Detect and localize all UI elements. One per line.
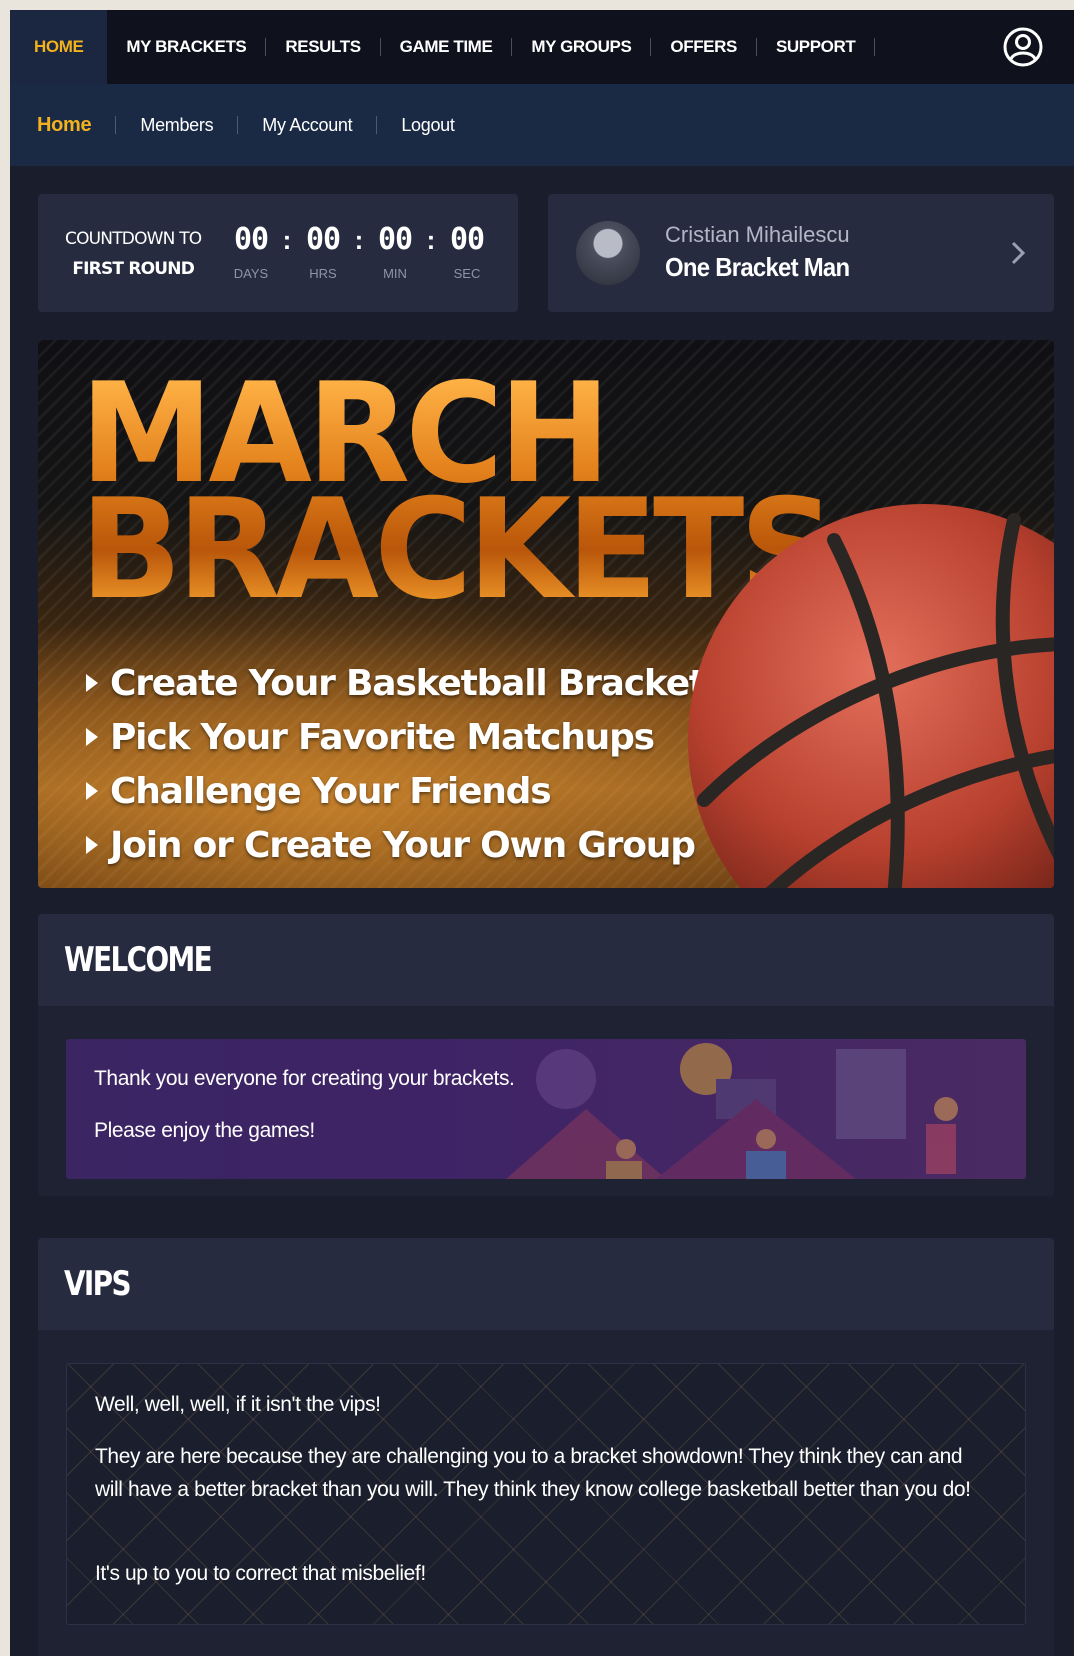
bullet-triangle-icon bbox=[86, 782, 98, 800]
countdown-colon: : bbox=[354, 225, 364, 255]
vips-message-box: Well, well, well, if it isn't the vips! … bbox=[66, 1363, 1026, 1625]
nav-my-brackets[interactable]: MY BRACKETS bbox=[107, 10, 265, 84]
countdown-seconds-value: 00 bbox=[449, 222, 485, 257]
banner-bullet-text: Create Your Basketball Bracket bbox=[110, 662, 706, 704]
nav-separator bbox=[874, 38, 876, 56]
vips-panel: VIPS Well, well, well, if it isn't the v… bbox=[38, 1238, 1054, 1656]
nav-home[interactable]: HOME bbox=[10, 10, 108, 84]
nav-results[interactable]: RESULTS bbox=[266, 10, 379, 84]
countdown-colon: : bbox=[282, 225, 292, 255]
sub-nav: Home Members My Account Logout bbox=[10, 84, 1074, 166]
countdown-label-line1: COUNTDOWN TO bbox=[65, 229, 202, 249]
countdown-days-caption: DAYS bbox=[233, 266, 269, 281]
banner-bullet: Create Your Basketball Bracket bbox=[86, 656, 706, 710]
subnav-my-account[interactable]: My Account bbox=[238, 115, 376, 136]
countdown-minutes-caption: MIN bbox=[383, 266, 407, 281]
subnav-members[interactable]: Members bbox=[116, 115, 237, 136]
banner-bullet: Pick Your Favorite Matchups bbox=[86, 710, 705, 764]
welcome-heading: WELCOME bbox=[64, 940, 213, 980]
banner-bullet-text: Join or Create Your Own Group bbox=[110, 824, 696, 866]
bullet-triangle-icon bbox=[86, 728, 98, 746]
banner-bullet: Challenge Your Friends bbox=[86, 764, 705, 818]
vips-header: VIPS bbox=[38, 1238, 1054, 1330]
countdown-label-line2: FIRST ROUND bbox=[72, 259, 195, 279]
vips-heading: VIPS bbox=[64, 1264, 132, 1304]
bullet-triangle-icon bbox=[86, 836, 98, 854]
countdown-hours-caption: HRS bbox=[309, 266, 337, 281]
people-illustration-icon bbox=[506, 1043, 958, 1179]
avatar bbox=[576, 221, 640, 285]
countdown-seconds-caption: SEC bbox=[453, 266, 481, 281]
welcome-line2: Please enjoy the games! bbox=[94, 1119, 315, 1142]
subnav-home[interactable]: Home bbox=[37, 114, 115, 137]
user-circle-icon bbox=[1003, 27, 1043, 67]
profile-name: Cristian Mihailescu bbox=[665, 222, 850, 247]
welcome-line1: Thank you everyone for creating your bra… bbox=[94, 1067, 515, 1090]
top-nav: HOME MY BRACKETS RESULTS GAME TIME MY GR… bbox=[10, 10, 1074, 84]
vips-paragraph-2: They are here because they are challengi… bbox=[95, 1445, 971, 1501]
nav-my-groups[interactable]: MY GROUPS bbox=[512, 10, 650, 84]
user-account-button[interactable] bbox=[1002, 26, 1044, 68]
countdown-label: COUNTDOWN TO FIRST ROUND bbox=[65, 224, 202, 284]
countdown-hours: 00 HRS bbox=[296, 222, 350, 281]
countdown-minutes: 00 MIN bbox=[368, 222, 422, 281]
welcome-message-box: Thank you everyone for creating your bra… bbox=[66, 1039, 1026, 1179]
countdown-timer: 00 DAYS : 00 HRS : 00 MIN : 00 SEC bbox=[224, 222, 494, 281]
countdown-card: COUNTDOWN TO FIRST ROUND 00 DAYS : 00 HR… bbox=[38, 194, 518, 312]
welcome-header: WELCOME bbox=[38, 914, 1054, 1006]
countdown-days: 00 DAYS bbox=[224, 222, 278, 281]
nav-support[interactable]: SUPPORT bbox=[757, 10, 874, 84]
basketball-icon bbox=[688, 504, 1054, 888]
banner-bullet-text: Pick Your Favorite Matchups bbox=[110, 716, 655, 758]
countdown-colon: : bbox=[426, 225, 436, 255]
profile-card[interactable]: Cristian Mihailescu One Bracket Man bbox=[548, 194, 1054, 312]
march-brackets-banner: MARCH BRACKETS Create Your Basketball Br… bbox=[38, 340, 1054, 888]
countdown-seconds: 00 SEC bbox=[440, 222, 494, 281]
countdown-minutes-value: 00 bbox=[377, 222, 413, 257]
subnav-logout[interactable]: Logout bbox=[377, 115, 478, 136]
vips-paragraph-3: It's up to you to correct that misbelief… bbox=[95, 1562, 426, 1585]
nav-offers[interactable]: OFFERS bbox=[651, 10, 756, 84]
chevron-right-icon[interactable] bbox=[1008, 239, 1028, 267]
profile-title: One Bracket Man bbox=[665, 252, 850, 282]
countdown-days-value: 00 bbox=[233, 222, 269, 257]
banner-bullet-text: Challenge Your Friends bbox=[110, 770, 552, 812]
app-window: HOME MY BRACKETS RESULTS GAME TIME MY GR… bbox=[10, 10, 1074, 1656]
nav-game-time[interactable]: GAME TIME bbox=[381, 10, 512, 84]
banner-bullet: Join or Create Your Own Group bbox=[86, 818, 705, 872]
banner-bullets: Create Your Basketball Bracket Pick Your… bbox=[86, 656, 706, 872]
vips-paragraph-1: Well, well, well, if it isn't the vips! bbox=[95, 1393, 381, 1416]
countdown-hours-value: 00 bbox=[305, 222, 341, 257]
welcome-panel: WELCOME Thank you everyone for creating … bbox=[38, 914, 1054, 1196]
bullet-triangle-icon bbox=[86, 674, 98, 692]
